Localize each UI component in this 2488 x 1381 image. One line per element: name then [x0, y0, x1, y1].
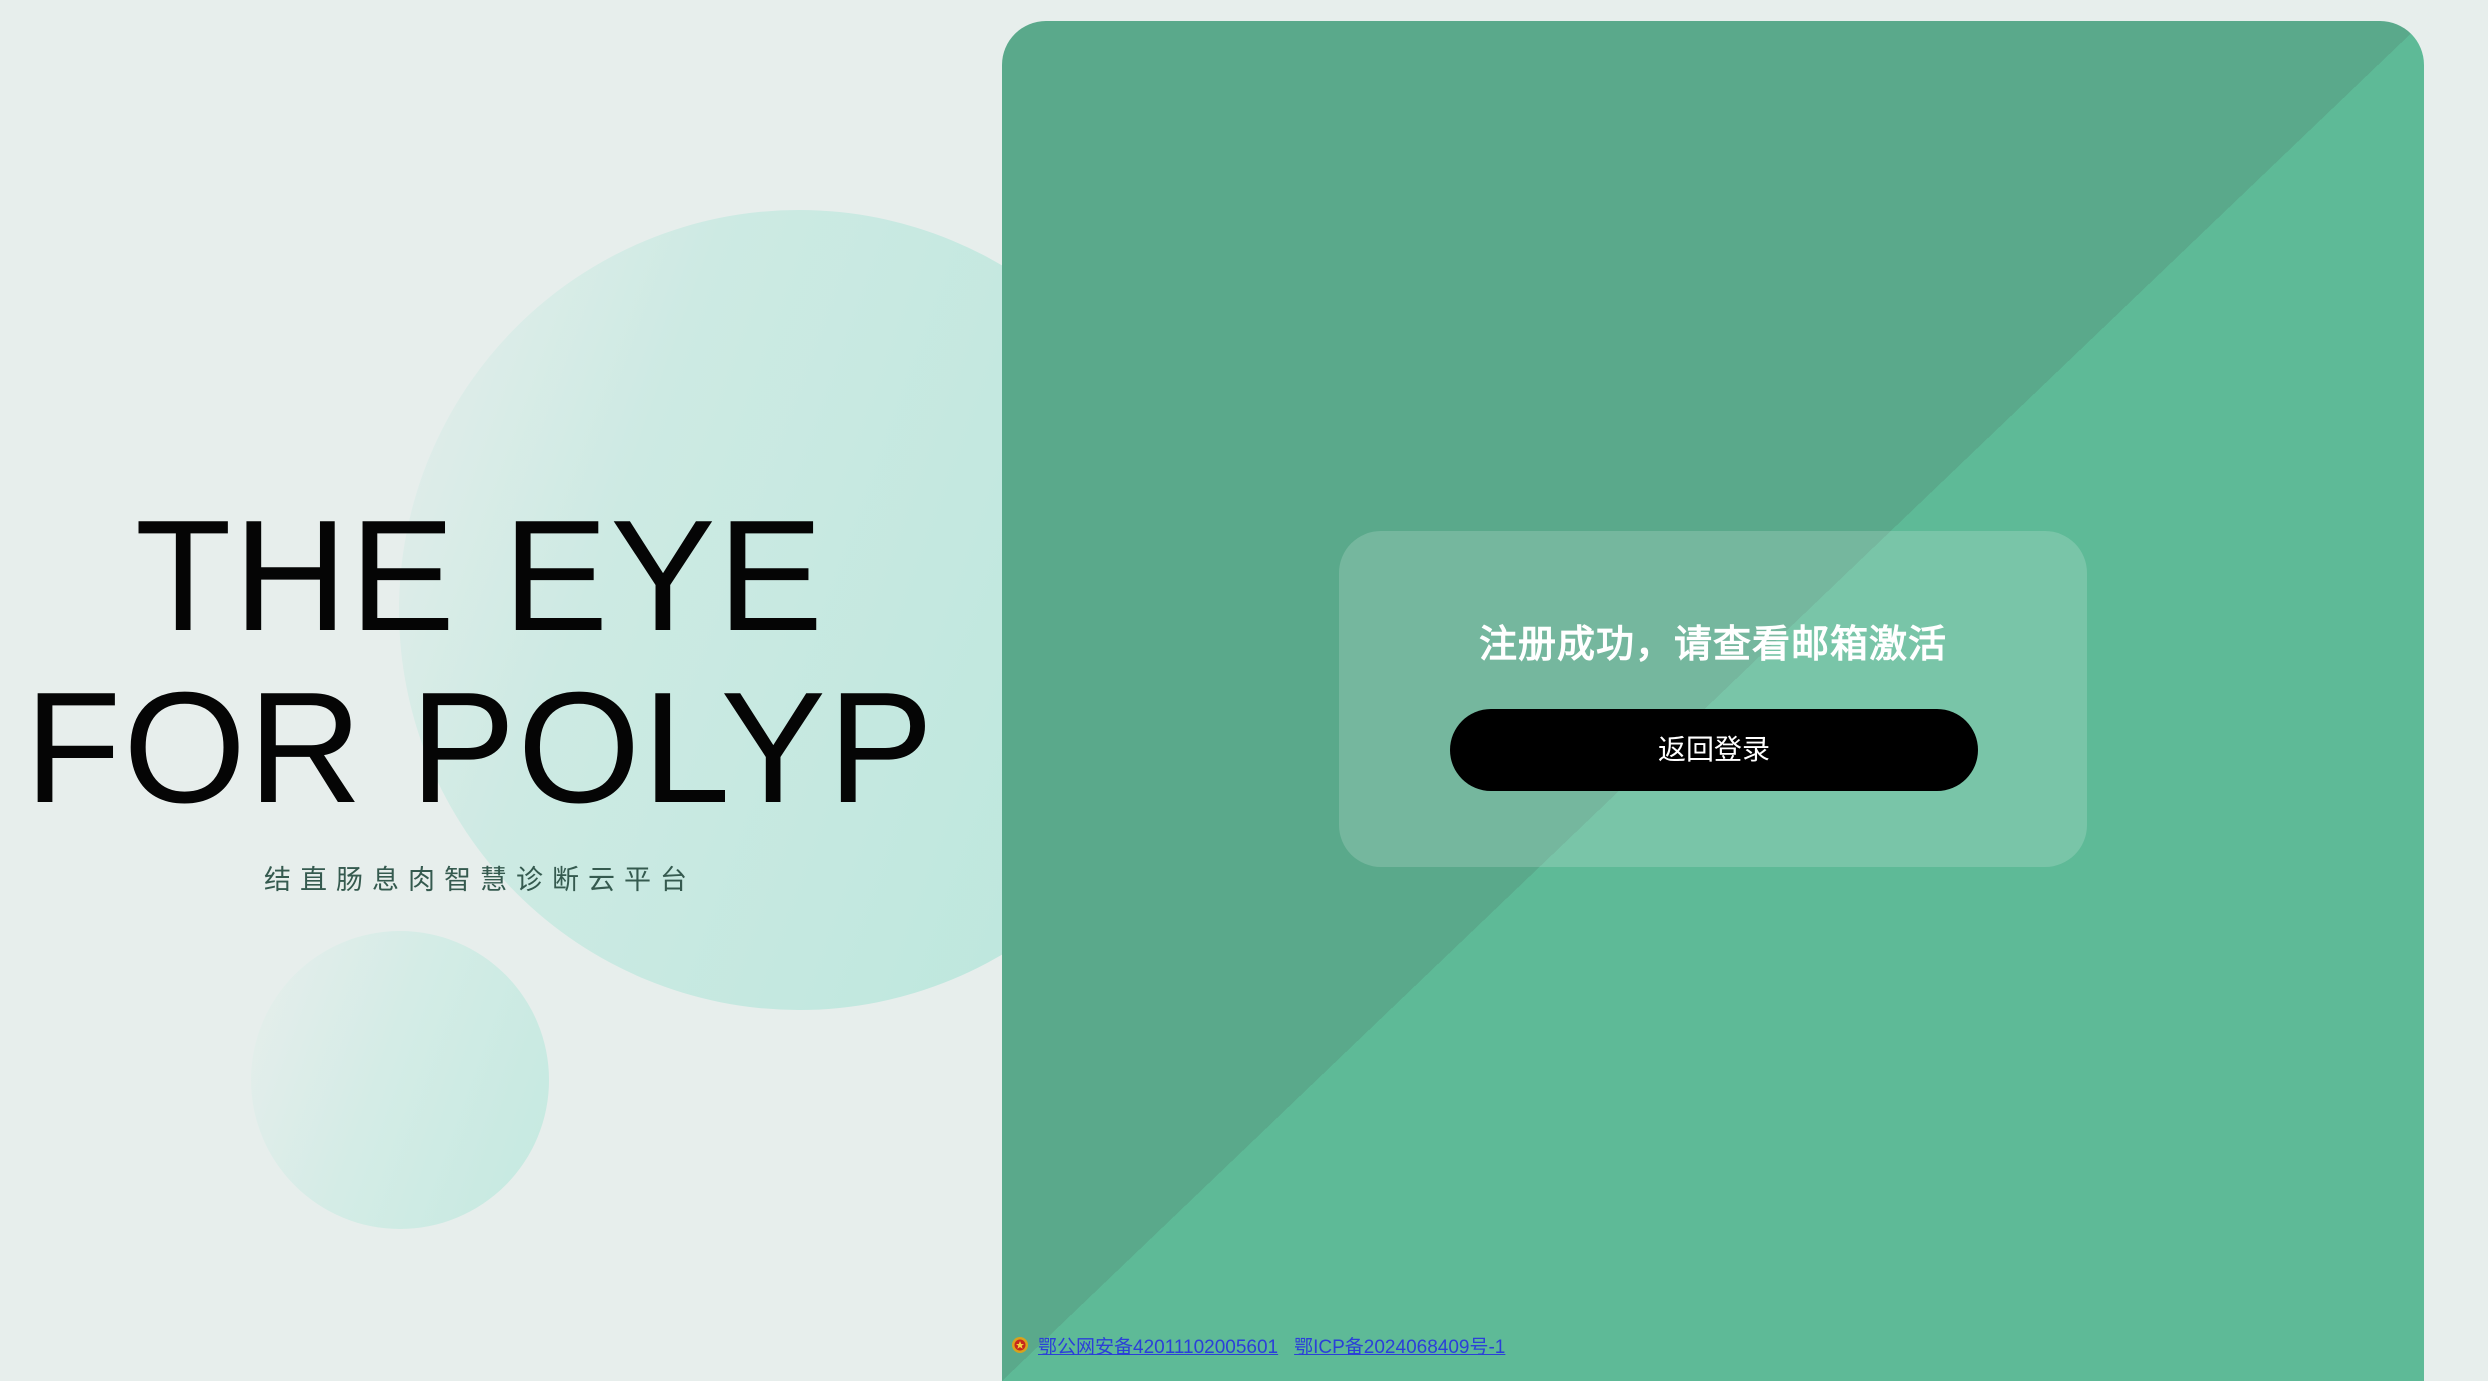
hero-title: THE EYE FOR POLYP: [0, 490, 960, 834]
back-to-login-button[interactable]: 返回登录: [1450, 709, 1978, 791]
icp-record-link[interactable]: 鄂ICP备2024068409号-1: [1294, 1332, 1505, 1359]
hero-subtitle: 结直肠息肉智慧诊断云平台: [264, 865, 696, 895]
success-message: 注册成功，请查看邮箱激活: [1478, 624, 1947, 666]
registration-success-card: 注册成功，请查看邮箱激活 返回登录: [1339, 531, 2087, 867]
footer-records: 鄂公网安备42011102005601 鄂ICP备2024068409号-1: [1010, 1332, 1505, 1358]
police-badge-icon: [1010, 1335, 1030, 1355]
hero-title-line-1: THE EYE: [134, 488, 826, 664]
right-panel: 注册成功，请查看邮箱激活 返回登录: [1002, 21, 2424, 1381]
hero-title-line-2: FOR POLYP: [24, 660, 936, 836]
police-record-link[interactable]: 鄂公网安备42011102005601: [1038, 1332, 1278, 1359]
decorative-circle-small: [251, 931, 549, 1229]
